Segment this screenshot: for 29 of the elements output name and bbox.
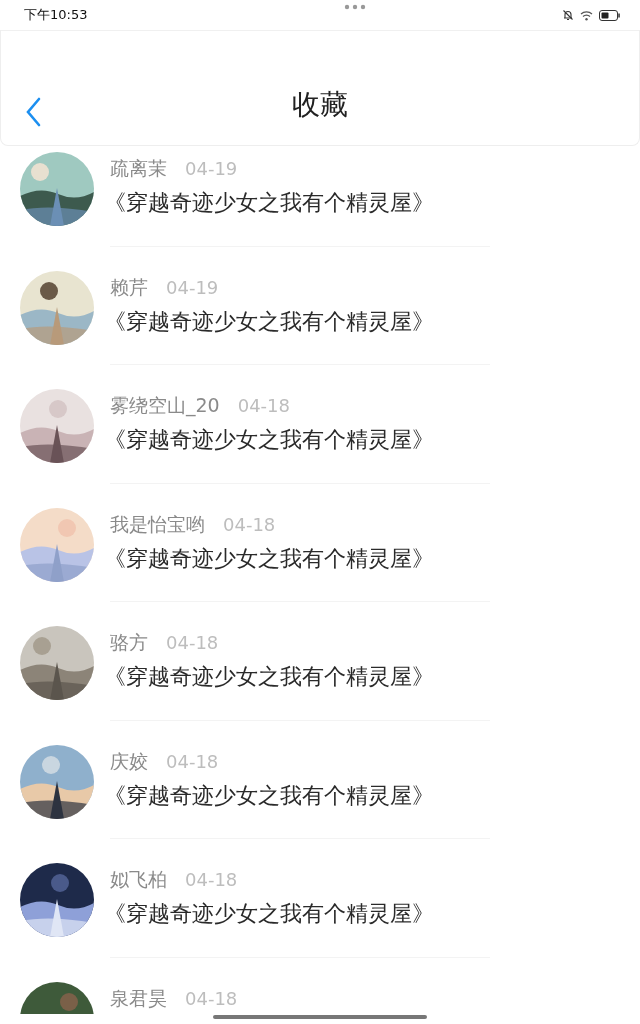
book-title[interactable]: 《穿越奇迹少女之我有个精灵屋》 — [104, 899, 434, 929]
date: 04-18 — [185, 869, 238, 890]
user-name: 骆方 — [110, 630, 148, 655]
user-name: 疏离茉 — [110, 156, 167, 181]
user-name: 泉君昊 — [110, 985, 167, 1011]
book-title[interactable]: 《穿越奇迹少女之我有个精灵屋》 — [104, 188, 434, 218]
battery-icon — [599, 9, 620, 21]
book-title[interactable]: 《穿越奇迹少女之我有个精灵屋》 — [104, 543, 434, 574]
user-name: 雾绕空山_20 — [110, 393, 220, 419]
date: 04-18 — [166, 750, 219, 772]
book-title[interactable]: 《穿越奇迹少女之我有个精灵屋》 — [104, 306, 434, 337]
user-name: 姒飞柏 — [110, 867, 167, 892]
user-name: 庆姣 — [110, 748, 148, 774]
status-time: 下午10:53 — [24, 6, 88, 24]
date: 04-19 — [185, 158, 238, 179]
user-name: 赖芹 — [110, 274, 148, 300]
user-name: 我是怡宝哟 — [110, 511, 205, 537]
book-title[interactable]: 《穿越奇迹少女之我有个精灵屋》 — [104, 662, 434, 692]
date: 04-18 — [185, 987, 238, 1009]
more-dots-icon — [343, 4, 366, 10]
date: 04-18 — [237, 395, 290, 416]
date: 04-18 — [166, 632, 219, 653]
wifi-icon — [580, 9, 593, 21]
page-title: 收藏 — [292, 87, 348, 123]
date: 04-19 — [166, 276, 219, 298]
book-title[interactable]: 《穿越奇迹少女之我有个精灵屋》 — [104, 425, 434, 455]
book-title[interactable]: 《穿越奇迹少女之我有个精灵屋》 — [104, 780, 434, 811]
bell-off-icon — [562, 9, 574, 21]
date: 04-18 — [223, 513, 276, 535]
